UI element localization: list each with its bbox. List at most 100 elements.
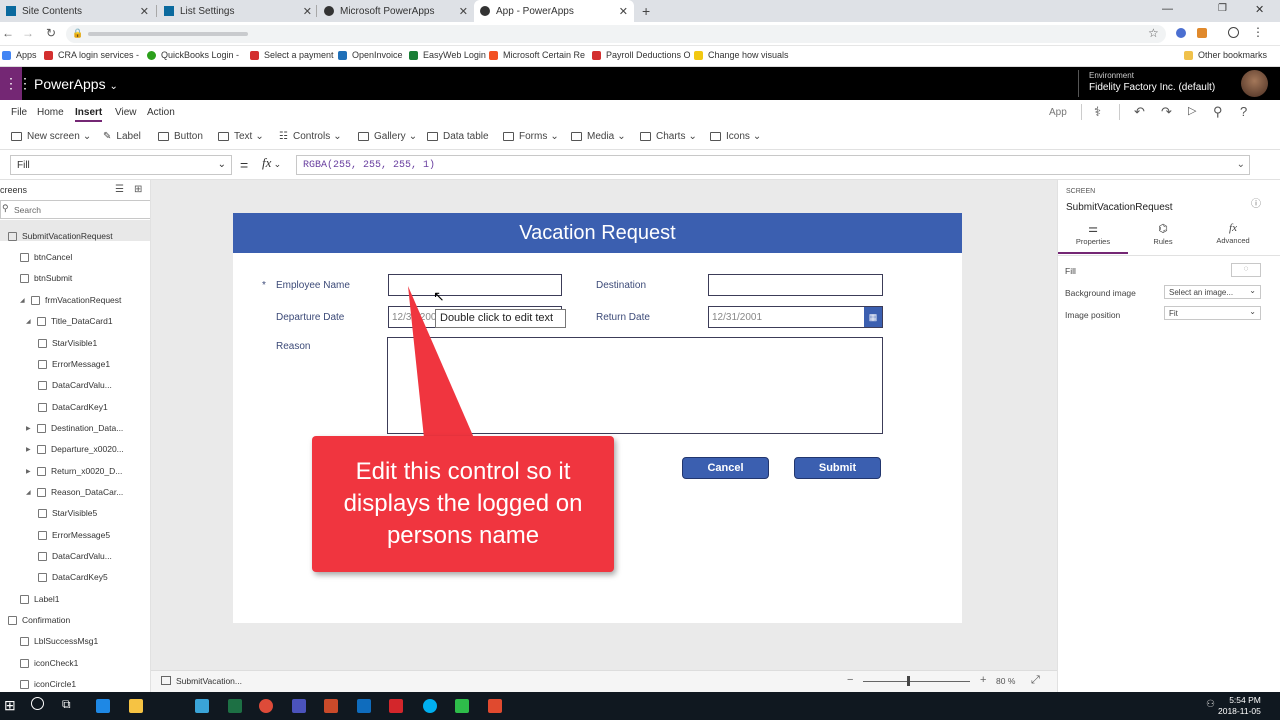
tree-node[interactable]: iconCheck1: [20, 658, 78, 668]
text-menu[interactable]: Text ⌄: [218, 131, 264, 142]
tree-node[interactable]: ErrorMessage5: [38, 530, 110, 540]
browser-tab[interactable]: List Settings ✕: [158, 0, 318, 22]
other-bookmarks[interactable]: Other bookmarks: [1184, 50, 1267, 60]
menu-kebab-icon[interactable]: ⋮: [1252, 25, 1264, 39]
icons-menu[interactable]: Icons ⌄: [710, 131, 761, 142]
zoom-slider-thumb[interactable]: [907, 676, 910, 686]
bookmark-item[interactable]: EasyWeb Login: [409, 50, 486, 60]
app-checker-icon[interactable]: ⚕: [1094, 104, 1101, 120]
help-icon[interactable]: ⓘ: [1251, 195, 1261, 210]
browser-tab[interactable]: Site Contents ✕: [0, 0, 155, 22]
tree-node[interactable]: ▶ Return_x0020_D...: [26, 466, 122, 476]
charts-menu[interactable]: Charts ⌄: [640, 131, 697, 142]
browser-tab[interactable]: Microsoft PowerApps ✕: [318, 0, 474, 22]
menu-insert[interactable]: Insert: [75, 107, 103, 122]
system-clock[interactable]: 5:54 PM 2018-11-05: [1218, 695, 1261, 717]
expand-chevron-icon[interactable]: ⌄: [1237, 159, 1245, 171]
tree-node[interactable]: StarVisible1: [38, 338, 97, 348]
extension-icon[interactable]: [1176, 28, 1186, 38]
fx-button[interactable]: fx ⌄: [262, 155, 292, 175]
cancel-button[interactable]: Cancel: [682, 457, 769, 479]
tree-node[interactable]: ▶ Destination_Data...: [26, 423, 123, 433]
form-title[interactable]: Vacation Request: [233, 213, 962, 253]
tree-node[interactable]: StarVisible5: [38, 508, 97, 518]
menu-action[interactable]: Action: [147, 107, 175, 118]
acrobat-icon[interactable]: [389, 699, 403, 713]
tab-advanced[interactable]: fx Advanced: [1198, 220, 1268, 254]
task-view-icon[interactable]: ⧉: [62, 697, 71, 712]
tree-node[interactable]: ▶ Departure_x0020...: [26, 444, 124, 454]
new-tab-icon[interactable]: +: [642, 3, 650, 19]
outlook-icon[interactable]: [357, 699, 371, 713]
background-image-dropdown[interactable]: Select an image... ⌄: [1164, 285, 1261, 299]
menu-home[interactable]: Home: [37, 107, 64, 118]
app-title[interactable]: PowerApps ⌄: [34, 76, 118, 92]
expand-icon[interactable]: ▶: [26, 446, 32, 453]
new-screen-button[interactable]: New screen ⌄: [11, 131, 91, 142]
profile-icon[interactable]: [1228, 27, 1239, 38]
bookmark-item[interactable]: Change how visuals: [694, 50, 789, 60]
star-icon[interactable]: ☆: [1148, 26, 1159, 40]
bookmark-item[interactable]: QuickBooks Login -: [147, 50, 239, 60]
tree-node[interactable]: ◢ Reason_DataCar...: [26, 487, 123, 497]
tree-search-input[interactable]: ⚲ Search: [0, 200, 150, 219]
user-icon[interactable]: ⚲: [1213, 104, 1223, 120]
undo-icon[interactable]: ↶: [1134, 104, 1145, 120]
skype-icon[interactable]: [423, 699, 437, 713]
file-explorer-icon[interactable]: [129, 699, 143, 713]
list-view-icon[interactable]: ☰: [115, 184, 124, 195]
tree-node[interactable]: btnSubmit: [20, 273, 72, 283]
network-icon[interactable]: ⚇: [1206, 699, 1215, 710]
bookmark-item[interactable]: Microsoft Certain Re: [489, 50, 585, 60]
back-icon[interactable]: ←: [2, 26, 14, 40]
tree-node[interactable]: btnCancel: [20, 252, 72, 262]
submit-button[interactable]: Submit: [794, 457, 881, 479]
zoom-out-button[interactable]: −: [847, 674, 853, 686]
browser-tab-active[interactable]: App - PowerApps ✕: [474, 0, 634, 22]
play-icon[interactable]: ▷: [1188, 104, 1196, 117]
controls-menu[interactable]: ☷ Controls ⌄: [279, 131, 342, 142]
fill-color-picker[interactable]: ◌: [1231, 263, 1261, 277]
image-position-dropdown[interactable]: Fit ⌄: [1164, 306, 1261, 320]
tree-node[interactable]: LblSuccessMsg1: [20, 636, 98, 646]
tree-node[interactable]: DataCardKey1: [38, 402, 108, 412]
app-icon[interactable]: [195, 699, 209, 713]
tree-node[interactable]: Label1: [20, 594, 60, 604]
extension-icon[interactable]: [1197, 28, 1207, 38]
bookmark-item[interactable]: CRA login services -: [44, 50, 139, 60]
button-button[interactable]: Button: [158, 131, 203, 142]
help-icon[interactable]: ?: [1240, 104, 1247, 119]
property-dropdown[interactable]: Fill ⌄: [10, 155, 232, 175]
tree-node[interactable]: ErrorMessage1: [38, 359, 110, 369]
avatar[interactable]: [1241, 70, 1268, 97]
edge-icon[interactable]: [96, 699, 110, 713]
restore-icon[interactable]: ❐: [1218, 3, 1227, 14]
bookmark-item[interactable]: Payroll Deductions O: [592, 50, 691, 60]
data-table-button[interactable]: Data table: [427, 131, 489, 142]
close-tab-icon[interactable]: ✕: [619, 5, 628, 18]
calendar-icon[interactable]: ▦: [864, 307, 882, 327]
powerpoint-icon[interactable]: [324, 699, 338, 713]
fit-to-window-icon[interactable]: ⤢: [1031, 674, 1040, 687]
tree-node[interactable]: ◢ frmVacationRequest: [20, 295, 121, 305]
bookmark-item[interactable]: OpenInvoice: [338, 50, 403, 60]
thumbnail-view-icon[interactable]: ⊞: [134, 184, 142, 195]
url-input[interactable]: 🔒: [66, 25, 1166, 43]
reload-icon[interactable]: ↻: [46, 26, 56, 40]
menu-file[interactable]: File: [11, 107, 27, 118]
tree-node[interactable]: DataCardValu...: [38, 380, 112, 390]
destination-label[interactable]: Destination: [596, 280, 646, 291]
menu-view[interactable]: View: [115, 107, 137, 118]
redo-icon[interactable]: ↷: [1161, 104, 1172, 120]
waffle-icon[interactable]: ⋮⋮⋮: [0, 67, 32, 100]
zoom-slider[interactable]: [863, 681, 970, 682]
snagit-icon[interactable]: [488, 699, 502, 713]
tree-node[interactable]: ◢ Title_DataCard1: [26, 316, 113, 326]
camtasia-icon[interactable]: [455, 699, 469, 713]
tab-properties[interactable]: ⚌ Properties: [1058, 220, 1128, 254]
formula-input[interactable]: RGBA(255, 255, 255, 1) ⌄: [296, 155, 1250, 175]
collapse-icon[interactable]: ◢: [26, 318, 32, 325]
current-screen-name[interactable]: SubmitVacation...: [176, 676, 242, 686]
windows-start-icon[interactable]: ⊞: [4, 697, 16, 714]
excel-icon[interactable]: [228, 699, 242, 713]
